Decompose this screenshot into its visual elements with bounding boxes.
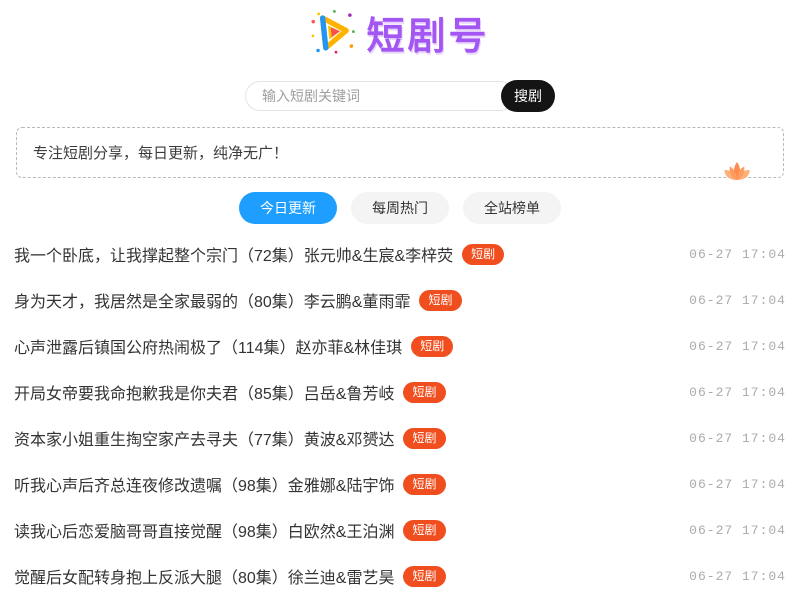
play-button-logo-icon: [310, 9, 356, 55]
drama-title[interactable]: 资本家小姐重生掏空家产去寻夫（77集）黄波&邓赟达: [14, 426, 394, 450]
list-item-left: 觉醒后女配转身抱上反派大腿（80集）徐兰迪&雷艺昊 短剧: [14, 564, 446, 588]
drama-title[interactable]: 听我心声后齐总连夜修改遗嘱（98集）金雅娜&陆宇饰: [14, 472, 394, 496]
short-drama-badge: 短剧: [403, 565, 446, 587]
short-drama-badge: 短剧: [403, 381, 446, 403]
list-item[interactable]: 心声泄露后镇国公府热闹极了（114集）赵亦菲&林佳琪 短剧 06-27 17:0…: [14, 323, 786, 369]
list-item-left: 听我心声后齐总连夜修改遗嘱（98集）金雅娜&陆宇饰 短剧: [14, 472, 446, 496]
list-item-left: 资本家小姐重生掏空家产去寻夫（77集）黄波&邓赟达 短剧: [14, 426, 446, 450]
site-title: 短剧号: [366, 15, 490, 58]
list-item[interactable]: 资本家小姐重生掏空家产去寻夫（77集）黄波&邓赟达 短剧 06-27 17:04: [14, 415, 786, 461]
list-item-left: 心声泄露后镇国公府热闹极了（114集）赵亦菲&林佳琪 短剧: [14, 334, 454, 358]
notice-box: 专注短剧分享，每日更新，纯净无广！: [16, 127, 784, 180]
tab-bar: 今日更新 每周热门 全站榜单: [0, 192, 800, 224]
list-item[interactable]: 读我心后恋爱脑哥哥直接觉醒（98集）白欧然&王泊渊 短剧 06-27 17:04: [14, 507, 786, 553]
notice-text: 专注短剧分享，每日更新，纯净无广！: [33, 145, 289, 162]
item-date: 06-27 17:04: [689, 384, 786, 400]
tab-today-updates[interactable]: 今日更新: [239, 192, 337, 224]
list-item-left: 我一个卧底，让我撑起整个宗门（72集）张元帅&生宸&李梓荧 短剧: [14, 242, 505, 266]
item-date: 06-27 17:04: [689, 338, 786, 354]
list-item[interactable]: 听我心声后齐总连夜修改遗嘱（98集）金雅娜&陆宇饰 短剧 06-27 17:04: [14, 461, 786, 507]
drama-title[interactable]: 心声泄露后镇国公府热闹极了（114集）赵亦菲&林佳琪: [14, 334, 402, 358]
drama-title[interactable]: 读我心后恋爱脑哥哥直接觉醒（98集）白欧然&王泊渊: [14, 518, 394, 542]
list-item[interactable]: 开局女帝要我命抱歉我是你夫君（85集）吕岳&鲁芳岐 短剧 06-27 17:04: [14, 369, 786, 415]
search-bar: 搜剧: [0, 80, 800, 112]
item-date: 06-27 17:04: [689, 476, 786, 492]
search-button[interactable]: 搜剧: [501, 80, 555, 112]
drama-title[interactable]: 开局女帝要我命抱歉我是你夫君（85集）吕岳&鲁芳岐: [14, 380, 394, 404]
drama-title[interactable]: 我一个卧底，让我撑起整个宗门（72集）张元帅&生宸&李梓荧: [14, 242, 453, 266]
maple-leaf-icon: [719, 160, 755, 186]
short-drama-badge: 短剧: [419, 289, 462, 311]
site-header: 短剧号: [0, 0, 800, 58]
list-item[interactable]: 身为天才，我居然是全家最弱的（80集）李云鹏&董雨霏 短剧 06-27 17:0…: [14, 277, 786, 323]
short-drama-badge: 短剧: [403, 427, 446, 449]
tab-weekly-hot[interactable]: 每周热门: [351, 192, 449, 224]
item-date: 06-27 17:04: [689, 246, 786, 262]
list-item-left: 身为天才，我居然是全家最弱的（80集）李云鹏&董雨霏 短剧: [14, 288, 462, 312]
short-drama-badge: 短剧: [462, 243, 505, 265]
drama-title[interactable]: 觉醒后女配转身抱上反派大腿（80集）徐兰迪&雷艺昊: [14, 564, 394, 588]
item-date: 06-27 17:04: [689, 430, 786, 446]
list-item-left: 读我心后恋爱脑哥哥直接觉醒（98集）白欧然&王泊渊 短剧: [14, 518, 446, 542]
list-item-left: 开局女帝要我命抱歉我是你夫君（85集）吕岳&鲁芳岐 短剧: [14, 380, 446, 404]
short-drama-badge: 短剧: [411, 335, 454, 357]
list-item[interactable]: 我一个卧底，让我撑起整个宗门（72集）张元帅&生宸&李梓荧 短剧 06-27 1…: [14, 231, 786, 277]
item-date: 06-27 17:04: [689, 292, 786, 308]
drama-list: 我一个卧底，让我撑起整个宗门（72集）张元帅&生宸&李梓荧 短剧 06-27 1…: [14, 231, 786, 599]
drama-title[interactable]: 身为天才，我居然是全家最弱的（80集）李云鹏&董雨霏: [14, 288, 410, 312]
search-input[interactable]: [245, 81, 515, 111]
item-date: 06-27 17:04: [689, 568, 786, 584]
short-drama-badge: 短剧: [403, 519, 446, 541]
item-date: 06-27 17:04: [689, 522, 786, 538]
tab-site-ranking[interactable]: 全站榜单: [463, 192, 561, 224]
list-item[interactable]: 觉醒后女配转身抱上反派大腿（80集）徐兰迪&雷艺昊 短剧 06-27 17:04: [14, 553, 786, 599]
short-drama-badge: 短剧: [403, 473, 446, 495]
